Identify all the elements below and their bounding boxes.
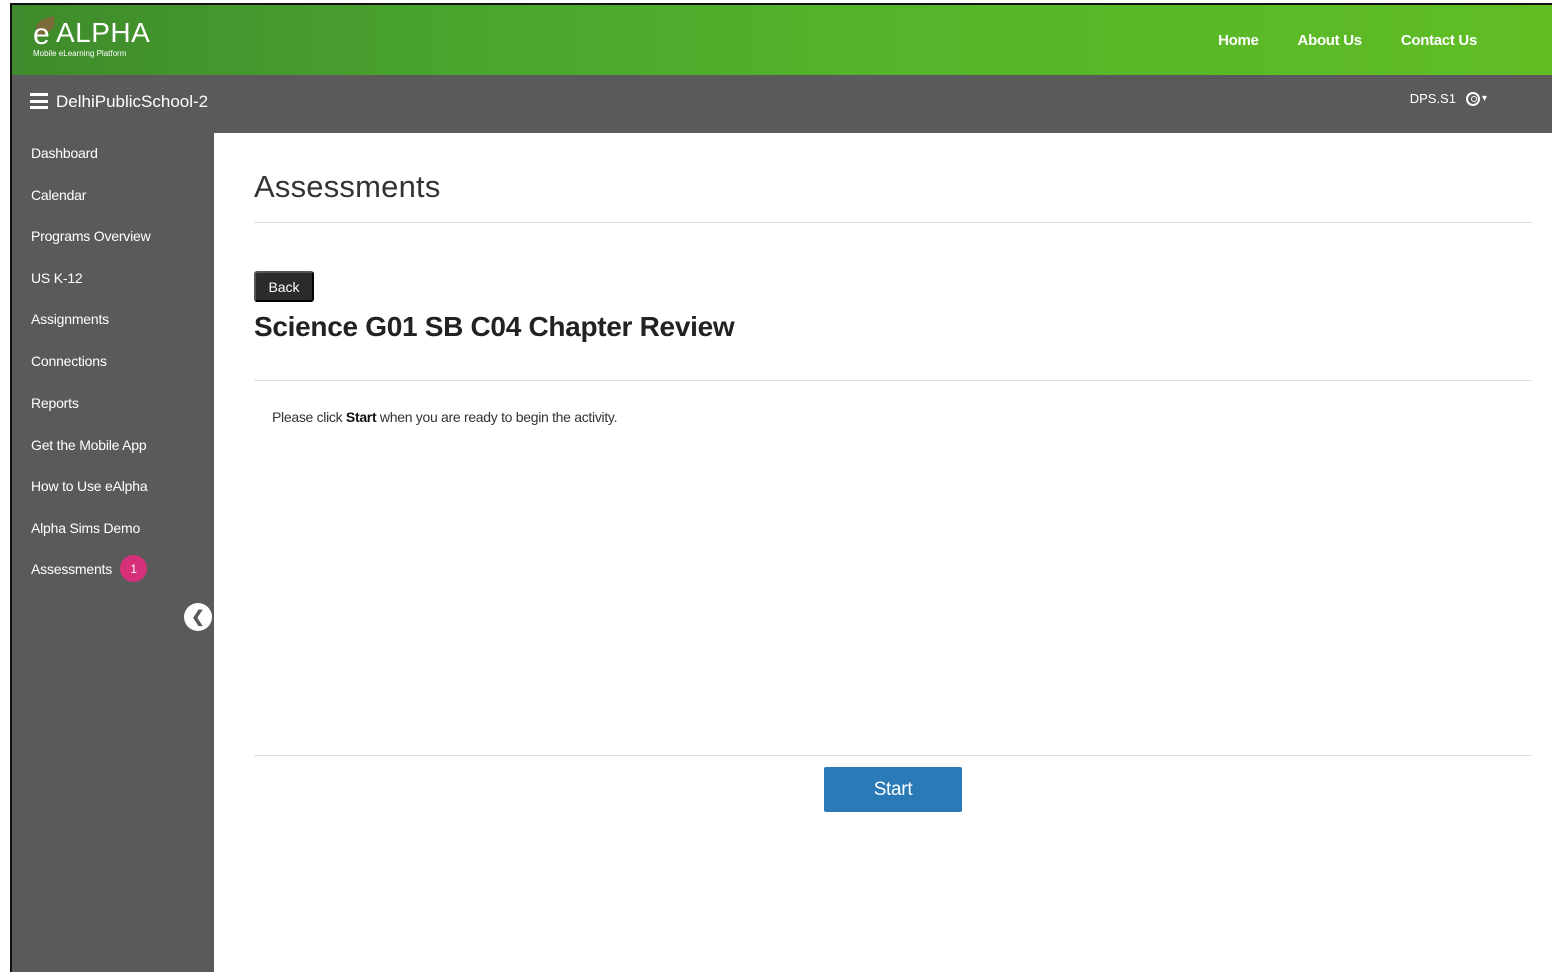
page-title: Assessments: [254, 169, 441, 204]
top-header: e ALPHA Mobile eLearning Platform Home A…: [12, 5, 1552, 75]
sidebar-item-dashboard[interactable]: Dashboard: [31, 145, 98, 161]
hamburger-menu-icon[interactable]: [30, 93, 48, 109]
divider: [254, 380, 1532, 381]
sidebar-item-reports[interactable]: Reports: [31, 395, 79, 411]
chevron-left-icon[interactable]: ❮: [184, 603, 212, 631]
back-button[interactable]: Back: [254, 271, 314, 302]
logo-tagline: Mobile eLearning Platform: [33, 49, 127, 58]
divider: [254, 222, 1532, 223]
logo-leaf-icon: e: [32, 15, 58, 50]
activity-title: Science G01 SB C04 Chapter Review: [254, 311, 735, 342]
sidebar-item-connections[interactable]: Connections: [31, 353, 107, 369]
school-name: DelhiPublicSchool-2: [56, 92, 209, 111]
school-bar: DelhiPublicSchool-2 DPS.S1 ▾: [12, 75, 1552, 133]
nav-about-link[interactable]: About Us: [1298, 32, 1363, 49]
start-button[interactable]: Start: [824, 767, 962, 812]
sidebar-item-calendar[interactable]: Calendar: [31, 187, 86, 203]
sidebar-item-how-to-use[interactable]: How to Use eAlpha: [31, 478, 148, 494]
chevron-down-icon[interactable]: ▾: [1482, 93, 1487, 104]
notification-badge: 1: [120, 555, 148, 582]
sidebar-item-alpha-sims-demo[interactable]: Alpha Sims Demo: [31, 520, 140, 536]
sidebar-item-label: Assessments: [31, 560, 113, 577]
sidebar-item-mobile-app[interactable]: Get the Mobile App: [31, 437, 147, 453]
user-name: DPS.S1: [1409, 91, 1456, 106]
user-circle-icon[interactable]: [1465, 91, 1480, 106]
instruction-text: Please click Start when you are ready to…: [272, 409, 618, 425]
ealpha-logo[interactable]: e ALPHA Mobile eLearning Platform: [32, 15, 151, 58]
top-nav: Home About Us Contact Us: [1218, 5, 1477, 75]
sidebar-item-assessments[interactable]: Assessments 1: [31, 555, 148, 582]
sidebar-item-us-k12[interactable]: US K-12: [31, 270, 83, 286]
sidebar-item-programs-overview[interactable]: Programs Overview: [31, 228, 151, 244]
divider: [254, 755, 1532, 756]
sidebar: Dashboard Calendar Programs Overview US …: [12, 133, 214, 972]
logo-text: ALPHA: [56, 17, 151, 48]
sidebar-item-assignments[interactable]: Assignments: [31, 311, 109, 327]
nav-home-link[interactable]: Home: [1218, 32, 1259, 49]
nav-contact-link[interactable]: Contact Us: [1401, 32, 1477, 49]
user-menu[interactable]: DPS.S1 ▾: [1410, 91, 1487, 106]
